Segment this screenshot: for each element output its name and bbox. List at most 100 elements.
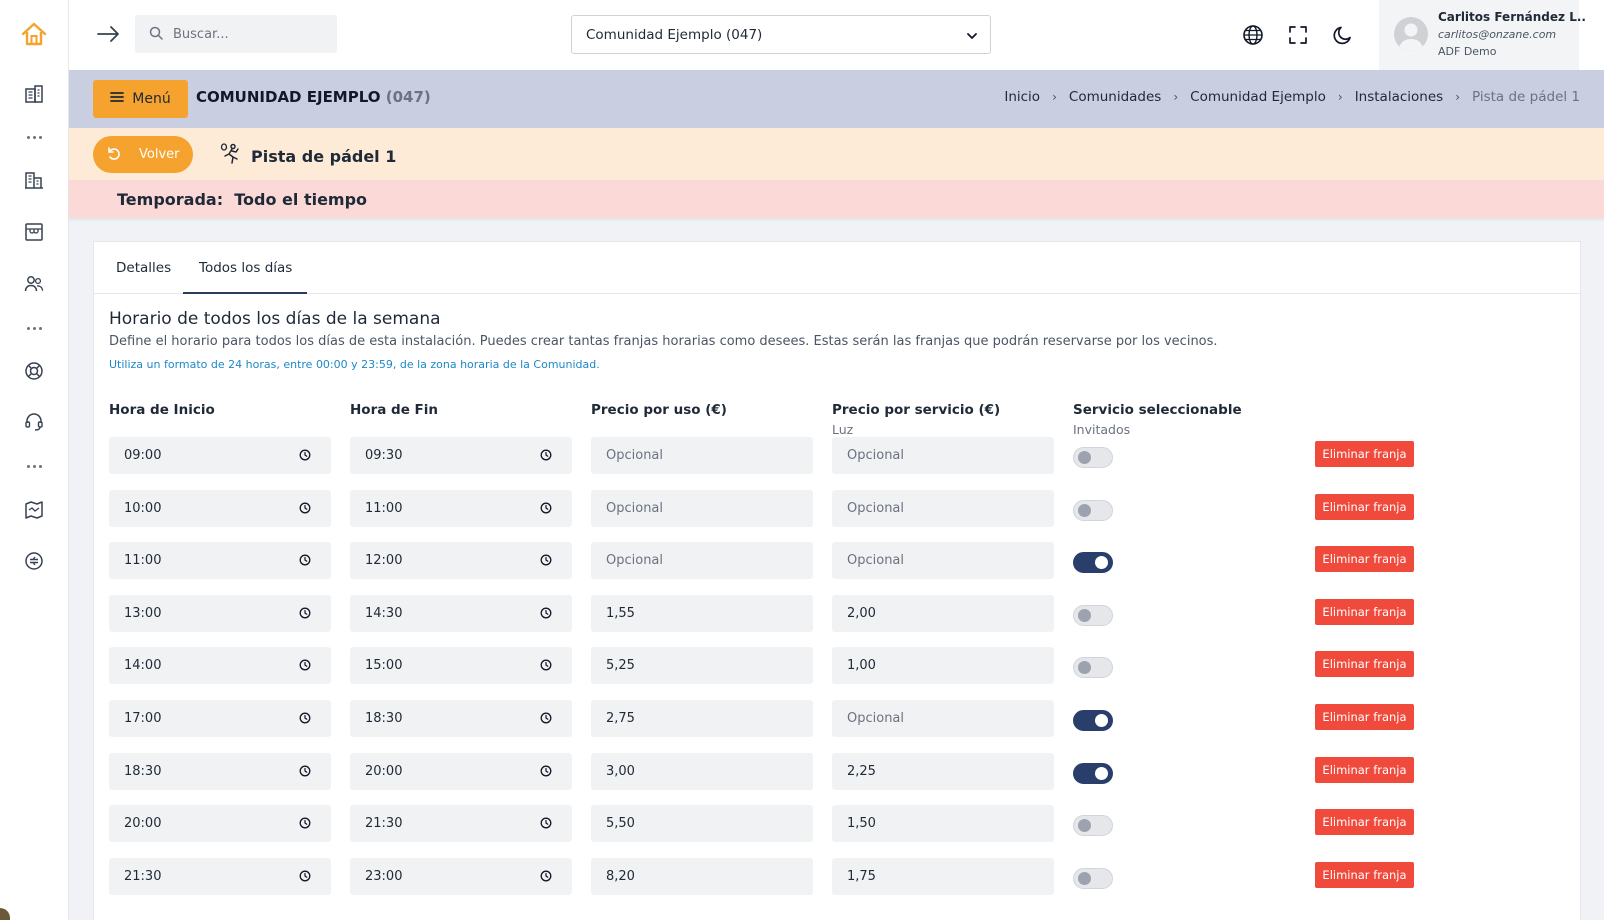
price-use-input[interactable]: Opcional (591, 437, 813, 474)
price-use-input[interactable]: Opcional (591, 542, 813, 579)
expand-sidebar-arrow-icon[interactable] (95, 22, 123, 46)
delete-slot-button[interactable]: Eliminar franja (1315, 599, 1414, 625)
price-service-input[interactable]: Opcional (832, 700, 1054, 737)
topbar: Comunidad Ejemplo (047) Carlitos Fernánd… (69, 0, 1604, 70)
delete-slot-button[interactable]: Eliminar franja (1315, 651, 1414, 677)
fullscreen-icon[interactable] (1286, 23, 1310, 47)
selectable-toggle[interactable] (1073, 763, 1113, 784)
price-use-input-placeholder: Opcional (606, 501, 664, 516)
end-time-input-value: 18:30 (365, 711, 403, 726)
map-icon[interactable] (20, 496, 48, 524)
delete-slot-button[interactable]: Eliminar franja (1315, 546, 1414, 572)
price-use-input[interactable]: 2,75 (591, 700, 813, 737)
breadcrumb-item-inicio[interactable]: Inicio (1004, 89, 1040, 105)
end-time-input[interactable]: 14:30 (350, 595, 572, 632)
price-use-input[interactable]: 5,50 (591, 805, 813, 842)
more-icon[interactable] (22, 132, 46, 142)
price-service-input[interactable]: Opcional (832, 542, 1054, 579)
end-time-input[interactable]: 20:00 (350, 753, 572, 790)
selectable-toggle[interactable] (1073, 552, 1113, 573)
end-time-input[interactable]: 11:00 (350, 490, 572, 527)
breadcrumb-item-comunidades[interactable]: Comunidades (1069, 89, 1161, 105)
price-service-input[interactable]: 2,25 (832, 753, 1054, 790)
more-icon[interactable] (22, 323, 46, 333)
section-description: Define el horario para todos los días de… (109, 334, 1218, 349)
end-time-input[interactable]: 12:00 (350, 542, 572, 579)
buildings-icon[interactable] (20, 80, 48, 108)
currency-icon[interactable] (20, 547, 48, 575)
start-time-input[interactable]: 13:00 (109, 595, 331, 632)
back-button-label: Volver (139, 147, 180, 162)
users-icon[interactable] (20, 270, 48, 298)
search-box[interactable] (135, 15, 337, 53)
selectable-toggle[interactable] (1073, 815, 1113, 836)
selectable-toggle[interactable] (1073, 868, 1113, 889)
store-icon[interactable] (20, 218, 48, 246)
price-service-input-placeholder: Opcional (847, 448, 905, 463)
office-icon[interactable] (20, 166, 48, 194)
end-time-input-value: 20:00 (365, 764, 403, 779)
end-time-input[interactable]: 23:00 (350, 858, 572, 895)
end-time-input[interactable]: 21:30 (350, 805, 572, 842)
start-time-input[interactable]: 09:00 (109, 437, 331, 474)
schedule-card: Detalles Todos los días Horario de todos… (93, 241, 1581, 920)
end-time-input[interactable]: 15:00 (350, 647, 572, 684)
breadcrumb-item-comunidad[interactable]: Comunidad Ejemplo (1190, 89, 1326, 105)
start-time-input[interactable]: 20:00 (109, 805, 331, 842)
community-select[interactable]: Comunidad Ejemplo (047) (571, 15, 991, 54)
selectable-toggle[interactable] (1073, 500, 1113, 521)
start-time-input-value: 14:00 (124, 658, 162, 673)
price-service-input[interactable]: 1,75 (832, 858, 1054, 895)
more-icon[interactable] (22, 461, 46, 471)
price-use-input[interactable]: 3,00 (591, 753, 813, 790)
season-banner: Temporada: Todo el tiempo (69, 180, 1604, 218)
price-use-input[interactable]: 5,25 (591, 647, 813, 684)
back-button[interactable]: Volver (93, 136, 193, 173)
delete-slot-button[interactable]: Eliminar franja (1315, 494, 1414, 520)
price-service-input[interactable]: 1,50 (832, 805, 1054, 842)
menu-button[interactable]: Menú (93, 80, 188, 118)
table-row: 20:00 21:30 5,50 1,50 Eliminar franja (94, 805, 1580, 843)
delete-slot-button[interactable]: Eliminar franja (1315, 809, 1414, 835)
moon-icon[interactable] (1331, 23, 1355, 47)
home-icon[interactable] (20, 20, 48, 48)
price-use-input-value: 2,75 (606, 711, 635, 726)
tab-detalles[interactable]: Detalles (116, 260, 171, 276)
price-service-input[interactable]: Opcional (832, 437, 1054, 474)
end-time-input[interactable]: 18:30 (350, 700, 572, 737)
end-time-input[interactable]: 09:30 (350, 437, 572, 474)
price-service-input[interactable]: 2,00 (832, 595, 1054, 632)
delete-slot-button[interactable]: Eliminar franja (1315, 757, 1414, 783)
start-time-input[interactable]: 11:00 (109, 542, 331, 579)
start-time-input[interactable]: 18:30 (109, 753, 331, 790)
breadcrumb-item-instalaciones[interactable]: Instalaciones (1355, 89, 1444, 105)
selectable-toggle[interactable] (1073, 657, 1113, 678)
search-input[interactable] (173, 26, 323, 42)
price-service-input[interactable]: 1,00 (832, 647, 1054, 684)
globe-icon[interactable] (1241, 23, 1265, 47)
price-use-input[interactable]: 1,55 (591, 595, 813, 632)
delete-slot-button[interactable]: Eliminar franja (1315, 441, 1414, 467)
page-header: Menú COMUNIDAD EJEMPLO (047) Inicio › Co… (69, 70, 1604, 128)
price-use-input[interactable]: 8,20 (591, 858, 813, 895)
toggle-knob (1078, 872, 1091, 885)
delete-slot-button[interactable]: Eliminar franja (1315, 704, 1414, 730)
start-time-input[interactable]: 14:00 (109, 647, 331, 684)
delete-slot-button[interactable]: Eliminar franja (1315, 862, 1414, 888)
start-time-input[interactable]: 17:00 (109, 700, 331, 737)
selectable-toggle[interactable] (1073, 447, 1113, 468)
sidebar (0, 0, 69, 920)
clock-icon (540, 659, 552, 675)
tab-todos-los-dias[interactable]: Todos los días (199, 260, 292, 276)
headset-icon[interactable] (20, 408, 48, 436)
start-time-input[interactable]: 21:30 (109, 858, 331, 895)
start-time-input[interactable]: 10:00 (109, 490, 331, 527)
price-use-input[interactable]: Opcional (591, 490, 813, 527)
hamburger-icon (110, 91, 125, 107)
user-menu[interactable]: Carlitos Fernández L.. carlitos@onzane.c… (1379, 0, 1586, 70)
table-row: 21:30 23:00 8,20 1,75 Eliminar franja (94, 858, 1580, 896)
selectable-toggle[interactable] (1073, 605, 1113, 626)
lifebuoy-icon[interactable] (20, 357, 48, 385)
price-service-input[interactable]: Opcional (832, 490, 1054, 527)
selectable-toggle[interactable] (1073, 710, 1113, 731)
